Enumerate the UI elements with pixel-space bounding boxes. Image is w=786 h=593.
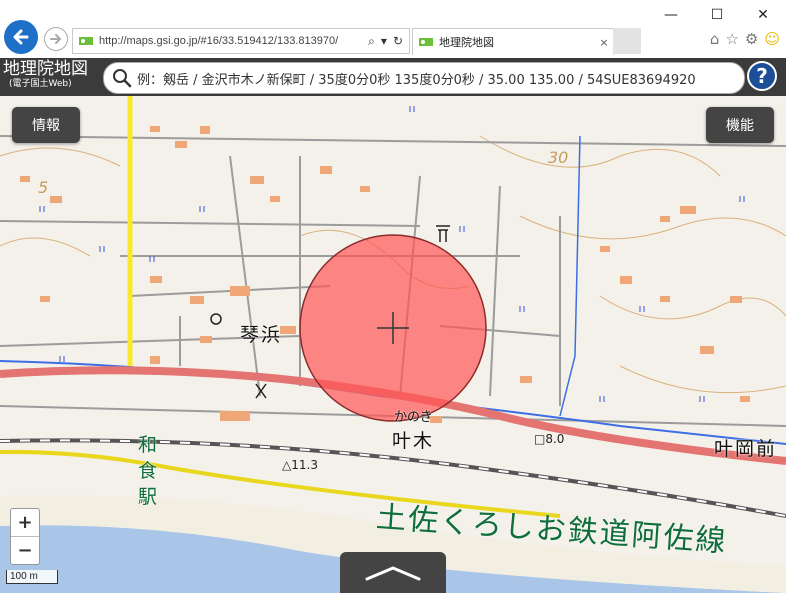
place-label-kanooka: 叶岡前 — [714, 438, 778, 460]
search-placeholder: 例：剱岳 / 金沢市木ノ新保町 / 35度0分0秒 135度0分0秒 / 35.… — [137, 72, 696, 88]
forward-button[interactable] — [44, 27, 68, 51]
logo-title: 地理院地図 — [3, 59, 88, 79]
search-icon — [113, 69, 132, 88]
browser-chrome: — ☐ ✕ http://maps.gsi.go.jp/#16/33.51941… — [0, 0, 786, 59]
place-label-kanougi-kana: かのき — [394, 410, 433, 425]
map-view[interactable]: 30 5 琴浜 かのき 叶木 叶岡前 △11.3 □8.0 和 食 駅 土佐くろ… — [0, 96, 786, 593]
contour-label-30: 30 — [548, 148, 569, 167]
station-label: 和 食 駅 — [138, 432, 157, 510]
close-window-button[interactable]: ✕ — [740, 0, 786, 30]
station-char-3: 駅 — [138, 486, 158, 508]
address-url: http://maps.gsi.go.jp/#16/33.519412/133.… — [99, 35, 339, 47]
site-header: 地理院地図 (電子国土Web) 例：剱岳 / 金沢市木ノ新保町 / 35度0分0… — [0, 58, 786, 96]
home-icon[interactable]: ⌂ — [710, 30, 720, 48]
minimize-button[interactable]: — — [648, 0, 694, 30]
station-char-2: 食 — [138, 460, 158, 482]
arrow-right-icon — [50, 34, 62, 44]
height-label-8: □8.0 — [534, 432, 565, 446]
smiley-icon[interactable]: ☺ — [764, 30, 780, 48]
refresh-icon[interactable]: ↻ — [393, 34, 403, 49]
tab-favicon-icon — [419, 38, 433, 46]
tab-title: 地理院地図 — [439, 36, 494, 49]
height-label-11: △11.3 — [282, 458, 318, 472]
window-controls: — ☐ ✕ — [648, 0, 786, 30]
station-char-1: 和 — [138, 434, 158, 456]
search-box[interactable]: 例：剱岳 / 金沢市木ノ新保町 / 35度0分0秒 135度0分0秒 / 35.… — [103, 62, 745, 94]
zoom-control: + − — [10, 508, 40, 565]
chevron-up-icon — [365, 566, 421, 580]
address-bar[interactable]: http://maps.gsi.go.jp/#16/33.519412/133.… — [72, 28, 410, 54]
scale-bar: 100 m — [6, 570, 58, 584]
maximize-button[interactable]: ☐ — [694, 0, 740, 30]
tab-close-icon[interactable]: × — [595, 36, 613, 49]
search-icon[interactable]: ⌕ — [368, 34, 375, 49]
arrow-left-icon — [13, 29, 29, 45]
browser-tab[interactable]: 地理院地図 × — [412, 28, 614, 55]
function-button[interactable]: 機能 — [706, 107, 774, 143]
contour-label-5: 5 — [38, 178, 49, 197]
stream — [559, 135, 581, 417]
back-button[interactable] — [4, 20, 38, 54]
gear-icon[interactable]: ⚙ — [745, 30, 758, 48]
dropdown-icon[interactable]: ▾ — [381, 34, 387, 49]
zoom-out-button[interactable]: − — [11, 536, 39, 564]
expand-panel-button[interactable] — [340, 552, 446, 593]
site-logo[interactable]: 地理院地図 (電子国土Web) — [3, 59, 88, 90]
place-label-kotogahama: 琴浜 — [240, 324, 283, 346]
place-label-kanougi: 叶木 — [392, 430, 435, 452]
logo-subtitle: (電子国土Web) — [9, 79, 72, 89]
help-button[interactable]: ? — [747, 61, 777, 91]
info-button[interactable]: 情報 — [12, 107, 80, 143]
new-tab-button[interactable] — [613, 28, 641, 54]
zoom-in-button[interactable]: + — [11, 509, 39, 536]
site-favicon-icon — [79, 37, 93, 45]
star-icon[interactable]: ☆ — [725, 30, 738, 48]
